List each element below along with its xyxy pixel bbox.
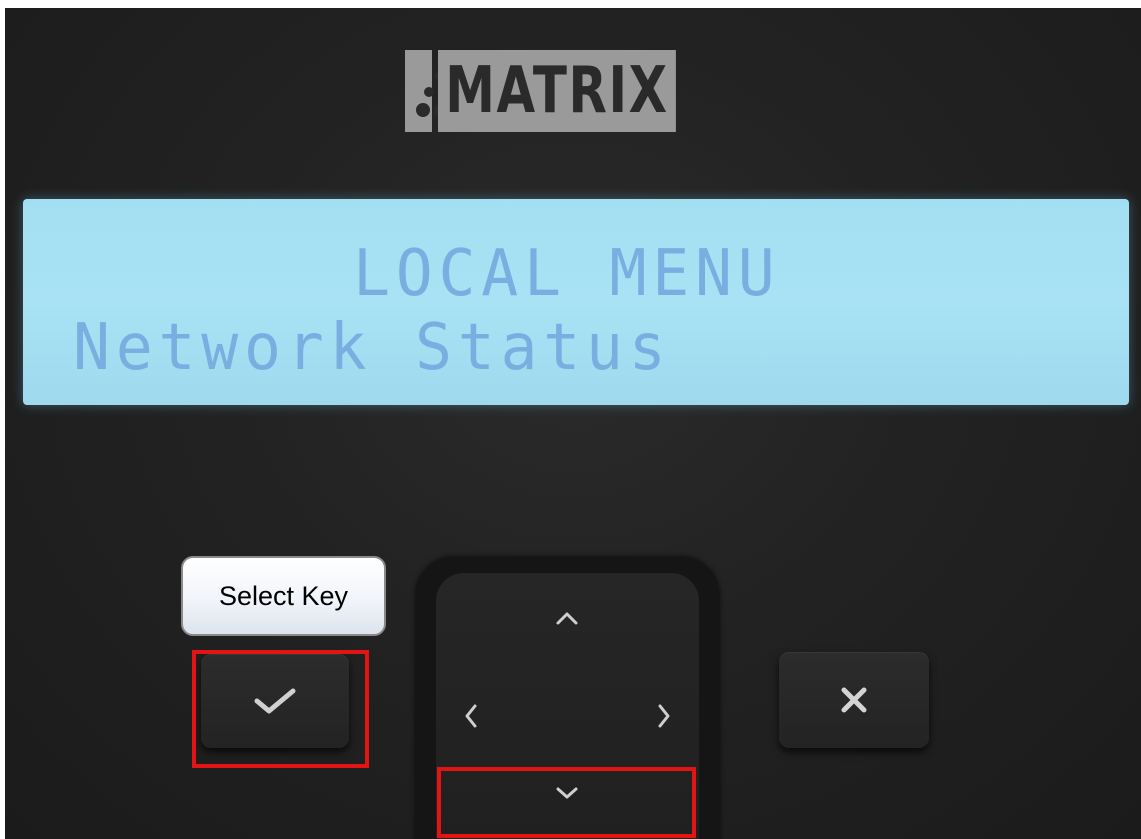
logo-dots-icon bbox=[405, 50, 480, 132]
nav-up-key[interactable] bbox=[547, 603, 587, 633]
lcd-display: LOCAL MENU Network Status bbox=[23, 199, 1129, 405]
nav-left-key[interactable] bbox=[456, 696, 486, 736]
device-panel-photo: MATRIX LOCAL MENU Network Status Select … bbox=[5, 8, 1141, 839]
select-key-highlight bbox=[192, 650, 369, 768]
close-icon bbox=[779, 652, 929, 748]
down-key-highlight bbox=[437, 767, 696, 838]
lcd-menu-item: Network Status bbox=[73, 311, 672, 385]
chevron-left-icon bbox=[465, 704, 477, 728]
nav-right-key[interactable] bbox=[649, 696, 679, 736]
chevron-right-icon bbox=[658, 704, 670, 728]
select-key-callout: Select Key bbox=[181, 556, 386, 636]
brand-name: MATRIX bbox=[438, 50, 676, 132]
brand-logo: MATRIX bbox=[405, 45, 743, 137]
cancel-key[interactable] bbox=[779, 652, 929, 748]
lcd-menu-title: LOCAL MENU bbox=[353, 237, 781, 311]
chevron-up-icon bbox=[556, 612, 578, 625]
